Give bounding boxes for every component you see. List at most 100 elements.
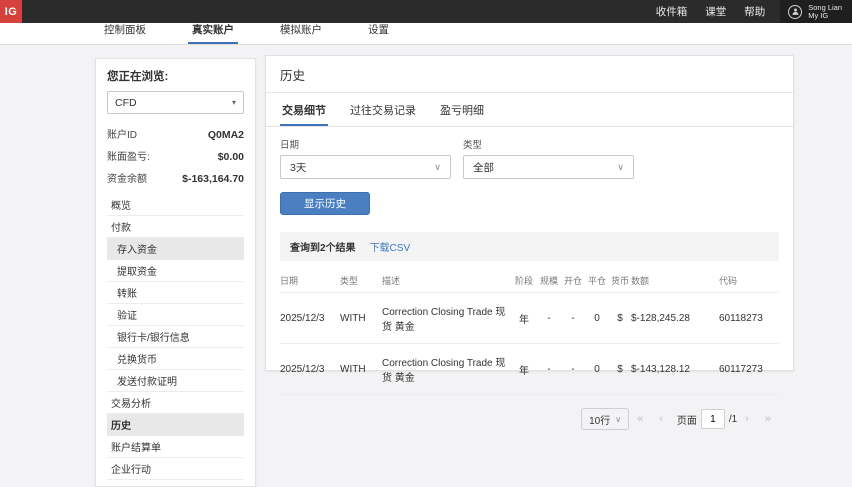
table-header-row: 日期 类型 描述 阶段 规模 开仓 平仓 货币 数额 代码 (280, 267, 779, 293)
paper-pl-label: 账面盈亏: (107, 148, 150, 163)
cell-period: 年 (511, 311, 537, 326)
sidebar-item-card-bank-info[interactable]: 银行卡/银行信息 (107, 326, 244, 348)
date-filter-value: 3天 (290, 160, 306, 175)
tab-transaction-details[interactable]: 交易细节 (280, 93, 328, 126)
user-menu[interactable]: Song Lian My IG (780, 0, 852, 23)
history-table: 日期 类型 描述 阶段 规模 开仓 平仓 货币 数额 代码 2025/12/3 … (280, 267, 779, 395)
col-amount: 数额 (631, 274, 719, 287)
date-filter-select[interactable]: 3天 ∨ (280, 155, 451, 179)
type-filter-select[interactable]: 全部 ∨ (463, 155, 634, 179)
sidebar-item-trade-analytics[interactable]: 交易分析 (107, 392, 244, 414)
account-id-value: Q0MA2 (208, 129, 244, 141)
rows-per-page-select[interactable]: 10行 ∨ (581, 408, 629, 430)
paper-pl-value: $0.00 (218, 151, 244, 163)
cell-amount: $-128,245.28 (631, 313, 719, 324)
table-row[interactable]: 2025/12/3 WITH Correction Closing Trade … (280, 293, 779, 344)
user-sub: My IG (808, 12, 842, 20)
chevron-down-icon: ∨ (434, 162, 441, 173)
last-page-icon[interactable]: » (765, 413, 771, 425)
col-currency: 货币 (609, 274, 631, 287)
browsing-label: 您正在浏览: (107, 68, 244, 84)
sidebar-item-payment-proof[interactable]: 发送付款证明 (107, 370, 244, 392)
download-csv-link[interactable]: 下载CSV (370, 239, 411, 254)
chevron-down-icon: ∨ (617, 162, 624, 173)
type-filter-value: 全部 (473, 160, 494, 175)
nav-tab-settings[interactable]: 设置 (364, 22, 393, 44)
sidebar-item-overview[interactable]: 概览 (107, 194, 244, 216)
cell-description: Correction Closing Trade 现货 黄金 (382, 354, 511, 384)
nav-tab-dashboard[interactable]: 控制面板 (100, 22, 150, 44)
cell-size: - (537, 364, 561, 375)
sidebar-item-currency-exchange[interactable]: 兑换货币 (107, 348, 244, 370)
sidebar-item-verification[interactable]: 验证 (107, 304, 244, 326)
results-count: 查询到2个结果 (290, 239, 356, 254)
funds-balance-value: $-163,164.70 (182, 173, 244, 185)
cell-description: Correction Closing Trade 现货 黄金 (382, 303, 511, 333)
nav-tab-live-account[interactable]: 真实账户 (188, 22, 238, 44)
caret-down-icon: ▾ (232, 98, 236, 107)
nav-tab-demo-account[interactable]: 模拟账户 (276, 22, 326, 44)
user-avatar-icon (788, 5, 802, 19)
sidebar-item-statements[interactable]: 账户结算单 (107, 436, 244, 458)
tab-past-trades[interactable]: 过往交易记录 (348, 93, 418, 126)
page-number-input[interactable] (701, 409, 725, 429)
filter-row: 日期 3天 ∨ 类型 全部 ∨ (266, 127, 793, 179)
cell-code: 60118273 (719, 313, 779, 324)
first-page-icon[interactable]: « (637, 413, 643, 425)
type-filter-label: 类型 (463, 137, 634, 151)
page-label: 页面 (677, 412, 697, 427)
cell-type: WITH (340, 313, 382, 324)
prev-page-icon[interactable]: ‹ (659, 413, 663, 425)
cell-size: - (537, 313, 561, 324)
sidebar-menu: 概览 付款 存入资金 提取资金 转账 验证 银行卡/银行信息 兑换货币 发送付款… (107, 194, 244, 480)
col-code: 代码 (719, 274, 779, 287)
results-bar: 查询到2个结果 下载CSV (280, 232, 779, 261)
cell-close: 0 (585, 364, 609, 375)
inbox-link[interactable]: 收件箱 (656, 4, 688, 19)
history-panel: 历史 交易细节 过往交易记录 盈亏明细 日期 3天 ∨ 类型 全部 ∨ 显示历史… (265, 55, 794, 371)
cell-currency: $ (609, 313, 631, 324)
main-nav: 控制面板 真实账户 模拟账户 设置 (0, 23, 852, 45)
sidebar-item-corporate-actions[interactable]: 企业行动 (107, 458, 244, 480)
cell-date: 2025/12/3 (280, 364, 340, 375)
col-size: 规模 (537, 274, 561, 287)
sidebar-item-deposit[interactable]: 存入资金 (107, 238, 244, 260)
date-filter-label: 日期 (280, 137, 451, 151)
sidebar-item-history[interactable]: 历史 (107, 414, 244, 436)
cell-period: 年 (511, 362, 537, 377)
col-period: 阶段 (511, 274, 537, 287)
page-total: /1 (729, 414, 737, 425)
account-id-label: 账户ID (107, 126, 137, 141)
account-id-row: 账户ID Q0MA2 (107, 122, 244, 144)
show-history-button[interactable]: 显示历史 (280, 192, 370, 215)
col-date: 日期 (280, 274, 340, 287)
table-row[interactable]: 2025/12/3 WITH Correction Closing Trade … (280, 344, 779, 395)
cell-close: 0 (585, 313, 609, 324)
cell-open: - (561, 313, 585, 324)
sidebar-item-withdraw[interactable]: 提取资金 (107, 260, 244, 282)
col-description: 描述 (382, 274, 511, 287)
next-page-icon[interactable]: › (745, 413, 749, 425)
sidebar-item-transfer[interactable]: 转账 (107, 282, 244, 304)
history-tabs: 交易细节 过往交易记录 盈亏明细 (266, 93, 793, 127)
cell-type: WITH (340, 364, 382, 375)
account-type-value: CFD (115, 97, 137, 109)
ig-logo[interactable]: IG (0, 0, 22, 23)
academy-link[interactable]: 课堂 (705, 4, 726, 19)
account-sidebar: 您正在浏览: CFD ▾ 账户ID Q0MA2 账面盈亏: $0.00 资金余额… (95, 58, 256, 487)
paper-pl-row: 账面盈亏: $0.00 (107, 144, 244, 166)
account-type-select[interactable]: CFD ▾ (107, 91, 244, 114)
cell-date: 2025/12/3 (280, 313, 340, 324)
cell-currency: $ (609, 364, 631, 375)
help-link[interactable]: 帮助 (744, 4, 765, 19)
sidebar-item-payments[interactable]: 付款 (107, 216, 244, 238)
col-open: 开仓 (561, 274, 585, 287)
col-close: 平仓 (585, 274, 609, 287)
funds-balance-label: 资金余额 (107, 170, 147, 185)
tab-pl-breakdown[interactable]: 盈亏明细 (438, 93, 486, 126)
col-type: 类型 (340, 274, 382, 287)
chevron-down-icon: ∨ (615, 415, 621, 424)
top-bar: IG 收件箱 课堂 帮助 Song Lian My IG (0, 0, 852, 23)
pagination: 10行 ∨ « ‹ 页面 /1 › » (280, 408, 779, 430)
rows-per-page-value: 10行 (589, 412, 610, 427)
